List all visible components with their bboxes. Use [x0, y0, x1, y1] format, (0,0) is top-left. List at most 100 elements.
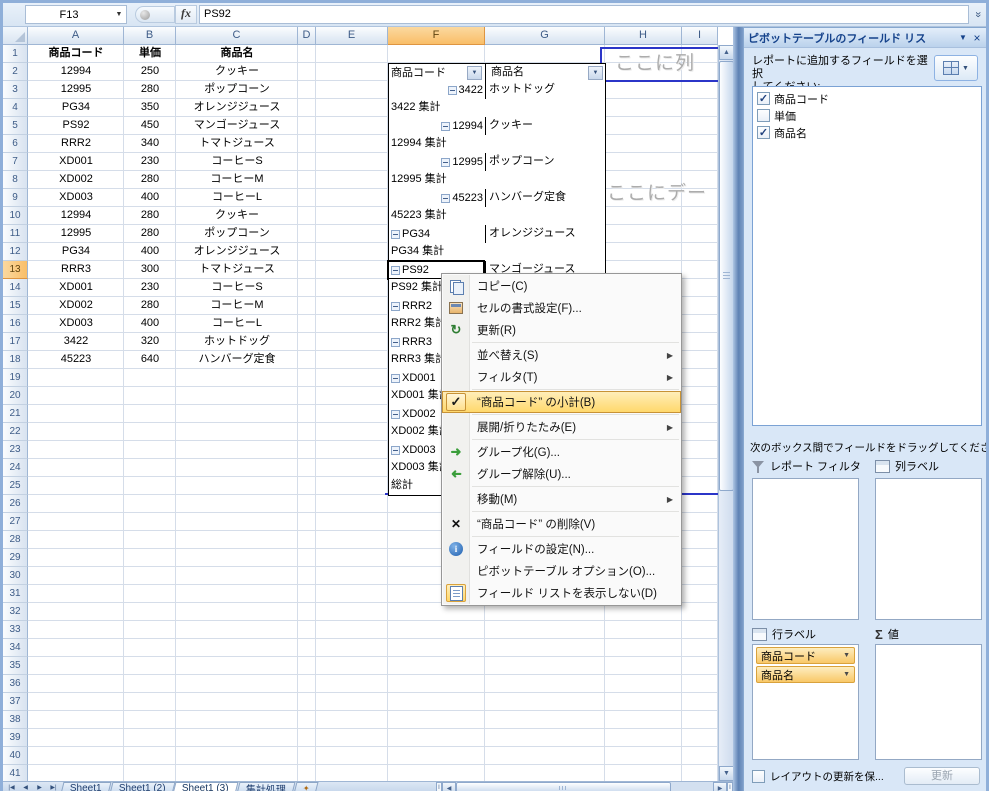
cell-C18[interactable]: ハンバーグ定食	[176, 351, 298, 369]
column-header-I[interactable]: I	[682, 27, 718, 45]
values-zone[interactable]	[875, 644, 982, 760]
row-header-2[interactable]: 2	[3, 63, 28, 81]
collapse-button-icon[interactable]	[441, 122, 450, 131]
menu-item-filter[interactable]: フィルタ(T)▶	[442, 366, 681, 388]
row-header-4[interactable]: 4	[3, 99, 28, 117]
row-header-20[interactable]: 20	[3, 387, 28, 405]
field-list-item[interactable]: 単価	[757, 107, 977, 124]
pane-menu-icon[interactable]: ▼	[956, 33, 970, 42]
cell-A2[interactable]: 12994	[28, 63, 124, 81]
cell-A14[interactable]: XD001	[28, 279, 124, 297]
cell-C17[interactable]: ホットドッグ	[176, 333, 298, 351]
row-header-11[interactable]: 11	[3, 225, 28, 243]
pane-splitter[interactable]	[733, 27, 743, 791]
row-header-21[interactable]: 21	[3, 405, 28, 423]
scroll-down-icon[interactable]: ▼	[719, 766, 733, 781]
field-list-item[interactable]: ✓商品コード	[757, 90, 977, 107]
collapse-button-icon[interactable]	[391, 338, 400, 347]
cell-C6[interactable]: トマトジュース	[176, 135, 298, 153]
collapse-button-icon[interactable]	[391, 302, 400, 311]
row-header-30[interactable]: 30	[3, 567, 28, 585]
row-header-12[interactable]: 12	[3, 243, 28, 261]
menu-item-remove-field[interactable]: ✕“商品コード” の削除(V)	[442, 513, 681, 535]
pivot-item-cell[interactable]: PG34	[389, 225, 486, 243]
field-checkbox[interactable]: ✓	[757, 92, 770, 105]
collapse-button-icon[interactable]	[391, 410, 400, 419]
cell-B13[interactable]: 300	[124, 261, 176, 279]
tab-scroll-prev-icon[interactable]: ◀	[19, 783, 32, 791]
field-list-item[interactable]: ✓商品名	[757, 124, 977, 141]
pivot-name-cell[interactable]: オレンジジュース	[486, 225, 605, 243]
row-header-31[interactable]: 31	[3, 585, 28, 603]
row-header-34[interactable]: 34	[3, 639, 28, 657]
row-header-40[interactable]: 40	[3, 747, 28, 765]
menu-item-hide-field-list[interactable]: フィールド リストを表示しない(D)	[442, 582, 681, 604]
scroll-right-icon[interactable]: ▶	[713, 782, 727, 791]
menu-item-expand-collapse[interactable]: 展開/折りたたみ(E)▶	[442, 416, 681, 438]
pivot-name-cell[interactable]: クッキー	[486, 117, 605, 135]
cell-C14[interactable]: コーヒーS	[176, 279, 298, 297]
pivot-subtotal-cell[interactable]: 3422 集計	[389, 99, 605, 117]
cell-C5[interactable]: マンゴージュース	[176, 117, 298, 135]
cell-B17[interactable]: 320	[124, 333, 176, 351]
cell-C7[interactable]: コーヒーS	[176, 153, 298, 171]
row-header-38[interactable]: 38	[3, 711, 28, 729]
pivot-item-cell[interactable]: 12995	[389, 153, 486, 171]
pivot-header-name[interactable]: 商品名▼	[486, 64, 605, 82]
cell-A4[interactable]: PG34	[28, 99, 124, 117]
pivot-name-cell[interactable]: ハンバーグ定食	[486, 189, 605, 207]
collapse-button-icon[interactable]	[391, 446, 400, 455]
menu-item-pivot-options[interactable]: ピボットテーブル オプション(O)...	[442, 560, 681, 582]
cell-A6[interactable]: RRR2	[28, 135, 124, 153]
row-header-25[interactable]: 25	[3, 477, 28, 495]
sheet-tab-sheet13[interactable]: Sheet1 (3)	[173, 782, 239, 791]
pivot-header-code[interactable]: 商品コード▼	[389, 64, 486, 82]
sheet-tab-sheet12[interactable]: Sheet1 (2)	[109, 782, 175, 791]
cell-B7[interactable]: 230	[124, 153, 176, 171]
cell-B3[interactable]: 280	[124, 81, 176, 99]
filter-dropdown-icon[interactable]: ▼	[588, 66, 603, 80]
insert-worksheet-button[interactable]: ✦	[294, 782, 319, 791]
tab-scroll-next-icon[interactable]: ▶	[33, 783, 46, 791]
cell-B9[interactable]: 400	[124, 189, 176, 207]
row-header-8[interactable]: 8	[3, 171, 28, 189]
row-header-39[interactable]: 39	[3, 729, 28, 747]
row-header-29[interactable]: 29	[3, 549, 28, 567]
cell-C15[interactable]: コーヒーM	[176, 297, 298, 315]
cell-C8[interactable]: コーヒーM	[176, 171, 298, 189]
cell-A5[interactable]: PS92	[28, 117, 124, 135]
cell-B6[interactable]: 340	[124, 135, 176, 153]
row-header-36[interactable]: 36	[3, 675, 28, 693]
collapse-button-icon[interactable]	[448, 86, 457, 95]
cell-A18[interactable]: 45223	[28, 351, 124, 369]
defer-layout-checkbox[interactable]	[752, 770, 765, 783]
cell-A13[interactable]: RRR3	[28, 261, 124, 279]
collapse-button-icon[interactable]	[441, 194, 450, 203]
column-header-E[interactable]: E	[316, 27, 388, 45]
tab-scroll-last-icon[interactable]: ▶|	[47, 783, 60, 791]
row-header-35[interactable]: 35	[3, 657, 28, 675]
cell-C4[interactable]: オレンジジュース	[176, 99, 298, 117]
cell-C13[interactable]: トマトジュース	[176, 261, 298, 279]
column-header-G[interactable]: G	[485, 27, 605, 45]
pivot-name-cell[interactable]: ポップコーン	[486, 153, 605, 171]
row-header-24[interactable]: 24	[3, 459, 28, 477]
field-checkbox[interactable]	[757, 109, 770, 122]
cell-B14[interactable]: 230	[124, 279, 176, 297]
pivot-subtotal-cell[interactable]: 45223 集計	[389, 207, 605, 225]
pill-dropdown-icon[interactable]: ▼	[843, 671, 850, 678]
row-header-19[interactable]: 19	[3, 369, 28, 387]
pill-dropdown-icon[interactable]: ▼	[843, 652, 850, 659]
cell-A16[interactable]: XD003	[28, 315, 124, 333]
cell-C11[interactable]: ポップコーン	[176, 225, 298, 243]
pivot-item-cell[interactable]: 45223	[389, 189, 486, 207]
column-header-F[interactable]: F	[388, 27, 485, 45]
select-all-corner[interactable]	[3, 27, 28, 45]
sheet-tab-集計処理[interactable]: 集計処理	[237, 782, 296, 791]
cell-C3[interactable]: ポップコーン	[176, 81, 298, 99]
menu-item-refresh[interactable]: ↻更新(R)	[442, 319, 681, 341]
column-header-H[interactable]: H	[605, 27, 682, 45]
row-header-33[interactable]: 33	[3, 621, 28, 639]
name-box[interactable]: F13 ▼	[25, 5, 127, 24]
pivot-subtotal-cell[interactable]: 12995 集計	[389, 171, 605, 189]
